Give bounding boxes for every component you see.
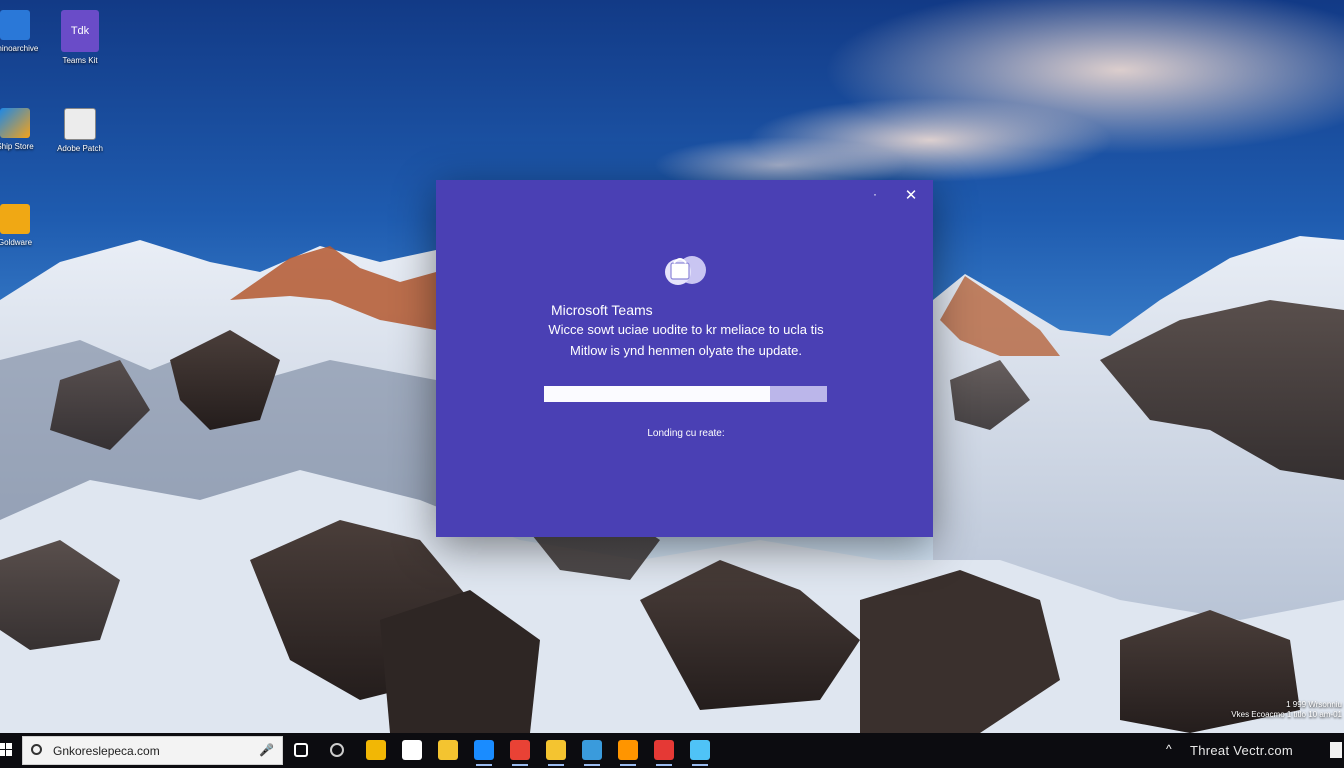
desktop-icon-label: Teams Kit xyxy=(62,56,98,65)
desktop-icon-ship-store[interactable]: Ship Store xyxy=(0,108,43,151)
chrome-icon[interactable] xyxy=(510,740,530,766)
store-icon[interactable] xyxy=(402,740,422,760)
folder-icon xyxy=(0,204,30,234)
search-input-text: Gnkoreslepeca.com xyxy=(53,744,160,758)
teams-logo-icon xyxy=(665,256,706,285)
dialog-status-text: Londing cu reate: xyxy=(647,428,725,439)
file-explorer-icon[interactable] xyxy=(366,740,386,760)
show-desktop-button[interactable] xyxy=(1330,742,1342,758)
document-icon xyxy=(64,108,96,140)
folder-icon[interactable] xyxy=(438,740,458,760)
minimize-button[interactable]: · xyxy=(865,184,885,204)
desktop-icon-adobe-patch[interactable]: Adobe Patch xyxy=(52,108,108,153)
desktop-icon-goldware[interactable]: Goldware xyxy=(0,204,43,247)
watermark-line-2: Vkes Ecoacmo 1 titlo 10 am-01 xyxy=(1231,710,1342,719)
taskbar: Gnkoreslepeca.com 🎤 ^ Threat Vectr.com xyxy=(0,733,1344,768)
security-icon[interactable] xyxy=(654,740,674,766)
teams-update-dialog: · ✕ Microsoft Teams Wicce sowt uciae uod… xyxy=(436,180,933,537)
update-progress-bar xyxy=(544,386,827,402)
teams-icon[interactable] xyxy=(582,740,602,766)
archive-icon xyxy=(0,10,30,40)
task-view-icon[interactable] xyxy=(294,743,308,757)
close-button[interactable]: ✕ xyxy=(901,186,921,206)
watermark-line-1: 1 999 Wrsonniu xyxy=(1286,700,1342,709)
start-button[interactable] xyxy=(0,741,12,759)
desktop-icon-teams-kit[interactable]: Tdk Teams Kit xyxy=(52,10,108,65)
dialog-message-line-2: Mitlow is ynd henmen olyate the update. xyxy=(570,343,802,358)
explorer-icon[interactable] xyxy=(546,740,566,766)
microphone-icon[interactable]: 🎤 xyxy=(259,743,274,757)
desktop-watermark-text: 1 999 Wrsonniu Vkes Ecoacmo 1 titlo 10 a… xyxy=(1196,700,1342,720)
store-icon xyxy=(0,108,30,138)
edge-icon[interactable] xyxy=(474,740,494,766)
teams-kit-icon: Tdk xyxy=(61,10,99,52)
firefox-icon[interactable] xyxy=(618,740,638,766)
update-progress-fill xyxy=(544,386,771,402)
desktop-icon-label: Goldware xyxy=(0,238,33,247)
tray-text: Threat Vectr.com xyxy=(1190,743,1294,758)
app-icon[interactable] xyxy=(690,740,710,766)
cortana-icon[interactable] xyxy=(330,743,344,757)
tray-chevron-icon[interactable]: ^ xyxy=(1166,742,1172,756)
desktop-icon-label: Ship Store xyxy=(0,142,34,151)
dialog-message-line-1: Wicce sowt uciae uodite to kr meliace to… xyxy=(548,322,824,337)
taskbar-search-box[interactable]: Gnkoreslepeca.com 🎤 xyxy=(22,736,283,765)
dialog-title: Microsoft Teams xyxy=(551,302,653,318)
search-icon xyxy=(31,744,42,755)
desktop-icon-label: Adobe Patch xyxy=(57,144,103,153)
desktop-icon-rhinoarchive[interactable]: Rhinoarchive xyxy=(0,10,43,53)
desktop-icon-label: Rhinoarchive xyxy=(0,44,39,53)
